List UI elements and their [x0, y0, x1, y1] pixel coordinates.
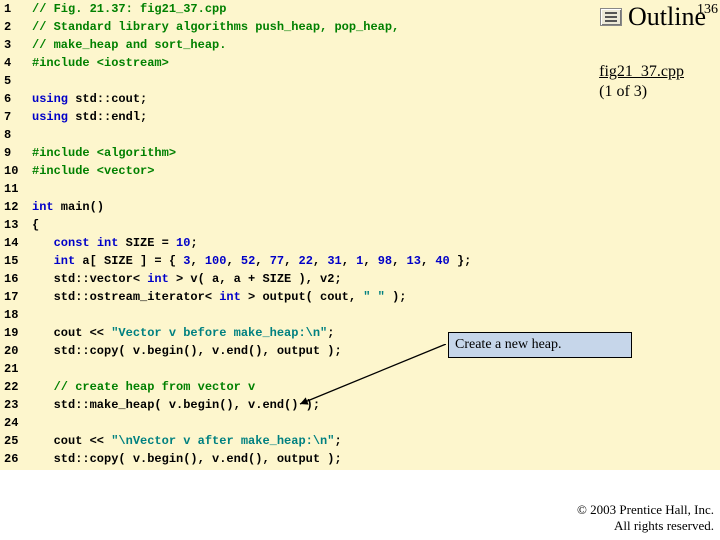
code-text: // make_heap and sort_heap.	[32, 36, 226, 54]
code-line: 12int main()	[0, 198, 720, 216]
code-line: 11	[0, 180, 720, 198]
code-text: cout << "Vector v before make_heap:\n";	[32, 324, 334, 342]
file-part: (1 of 3)	[599, 83, 647, 100]
line-number: 5	[0, 72, 32, 90]
code-line: 10#include <vector>	[0, 162, 720, 180]
code-text: // Standard library algorithms push_heap…	[32, 18, 399, 36]
outline-title: Outline	[628, 2, 706, 32]
line-number: 22	[0, 378, 32, 396]
code-line: 21	[0, 360, 720, 378]
line-number: 13	[0, 216, 32, 234]
line-number: 25	[0, 432, 32, 450]
line-number: 9	[0, 144, 32, 162]
code-line: 25 cout << "\nVector v after make_heap:\…	[0, 432, 720, 450]
line-number: 15	[0, 252, 32, 270]
line-number: 11	[0, 180, 32, 198]
code-text: int main()	[32, 198, 104, 216]
code-line: 3// make_heap and sort_heap.	[0, 36, 720, 54]
code-text: #include <vector>	[32, 162, 154, 180]
footer: © 2003 Prentice Hall, Inc. All rights re…	[577, 502, 714, 534]
line-number: 17	[0, 288, 32, 306]
code-text: using std::endl;	[32, 108, 147, 126]
code-text: // Fig. 21.37: fig21_37.cpp	[32, 0, 226, 18]
file-name: fig21_37.cpp	[599, 63, 684, 80]
line-number: 26	[0, 450, 32, 468]
line-number: 6	[0, 90, 32, 108]
line-number: 7	[0, 108, 32, 126]
code-line: 15 int a[ SIZE ] = { 3, 100, 52, 77, 22,…	[0, 252, 720, 270]
code-line: 14 const int SIZE = 10;	[0, 234, 720, 252]
code-text: std::make_heap( v.begin(), v.end() );	[32, 396, 320, 414]
code-text: std::ostream_iterator< int > output( cou…	[32, 288, 406, 306]
line-number: 2	[0, 18, 32, 36]
line-number: 8	[0, 126, 32, 144]
line-number: 24	[0, 414, 32, 432]
code-text: #include <iostream>	[32, 54, 169, 72]
line-number: 19	[0, 324, 32, 342]
copyright-line-1: © 2003 Prentice Hall, Inc.	[577, 502, 714, 518]
code-line: 23 std::make_heap( v.begin(), v.end() );	[0, 396, 720, 414]
line-number: 18	[0, 306, 32, 324]
outline-header: Outline	[600, 2, 706, 32]
code-line: 7using std::endl;	[0, 108, 720, 126]
copyright-line-2: All rights reserved.	[577, 518, 714, 534]
code-text: #include <algorithm>	[32, 144, 176, 162]
code-line: 24	[0, 414, 720, 432]
annotation-text: Create a new heap.	[455, 337, 562, 353]
code-line: 17 std::ostream_iterator< int > output( …	[0, 288, 720, 306]
line-number: 10	[0, 162, 32, 180]
code-text: int a[ SIZE ] = { 3, 100, 52, 77, 22, 31…	[32, 252, 471, 270]
code-line: 9#include <algorithm>	[0, 144, 720, 162]
annotation-box: Create a new heap.	[448, 332, 632, 358]
file-label: fig21_37.cpp (1 of 3)	[599, 62, 684, 102]
line-number: 16	[0, 270, 32, 288]
outline-icon[interactable]	[600, 8, 622, 26]
line-number: 3	[0, 36, 32, 54]
code-text: std::vector< int > v( a, a + SIZE ), v2;	[32, 270, 342, 288]
line-number: 23	[0, 396, 32, 414]
line-number: 14	[0, 234, 32, 252]
code-text: cout << "\nVector v after make_heap:\n";	[32, 432, 342, 450]
code-text: using std::cout;	[32, 90, 147, 108]
line-number: 12	[0, 198, 32, 216]
code-text: std::copy( v.begin(), v.end(), output );	[32, 342, 342, 360]
line-number: 20	[0, 342, 32, 360]
line-number: 21	[0, 360, 32, 378]
code-text: std::copy( v.begin(), v.end(), output );	[32, 450, 342, 468]
line-number: 1	[0, 0, 32, 18]
code-text: const int SIZE = 10;	[32, 234, 198, 252]
code-line: 18	[0, 306, 720, 324]
code-line: 26 std::copy( v.begin(), v.end(), output…	[0, 450, 720, 468]
code-text: {	[32, 216, 39, 234]
code-line: 22 // create heap from vector v	[0, 378, 720, 396]
code-line: 13{	[0, 216, 720, 234]
line-number: 4	[0, 54, 32, 72]
code-text: // create heap from vector v	[32, 378, 255, 396]
code-line: 8	[0, 126, 720, 144]
code-line: 16 std::vector< int > v( a, a + SIZE ), …	[0, 270, 720, 288]
